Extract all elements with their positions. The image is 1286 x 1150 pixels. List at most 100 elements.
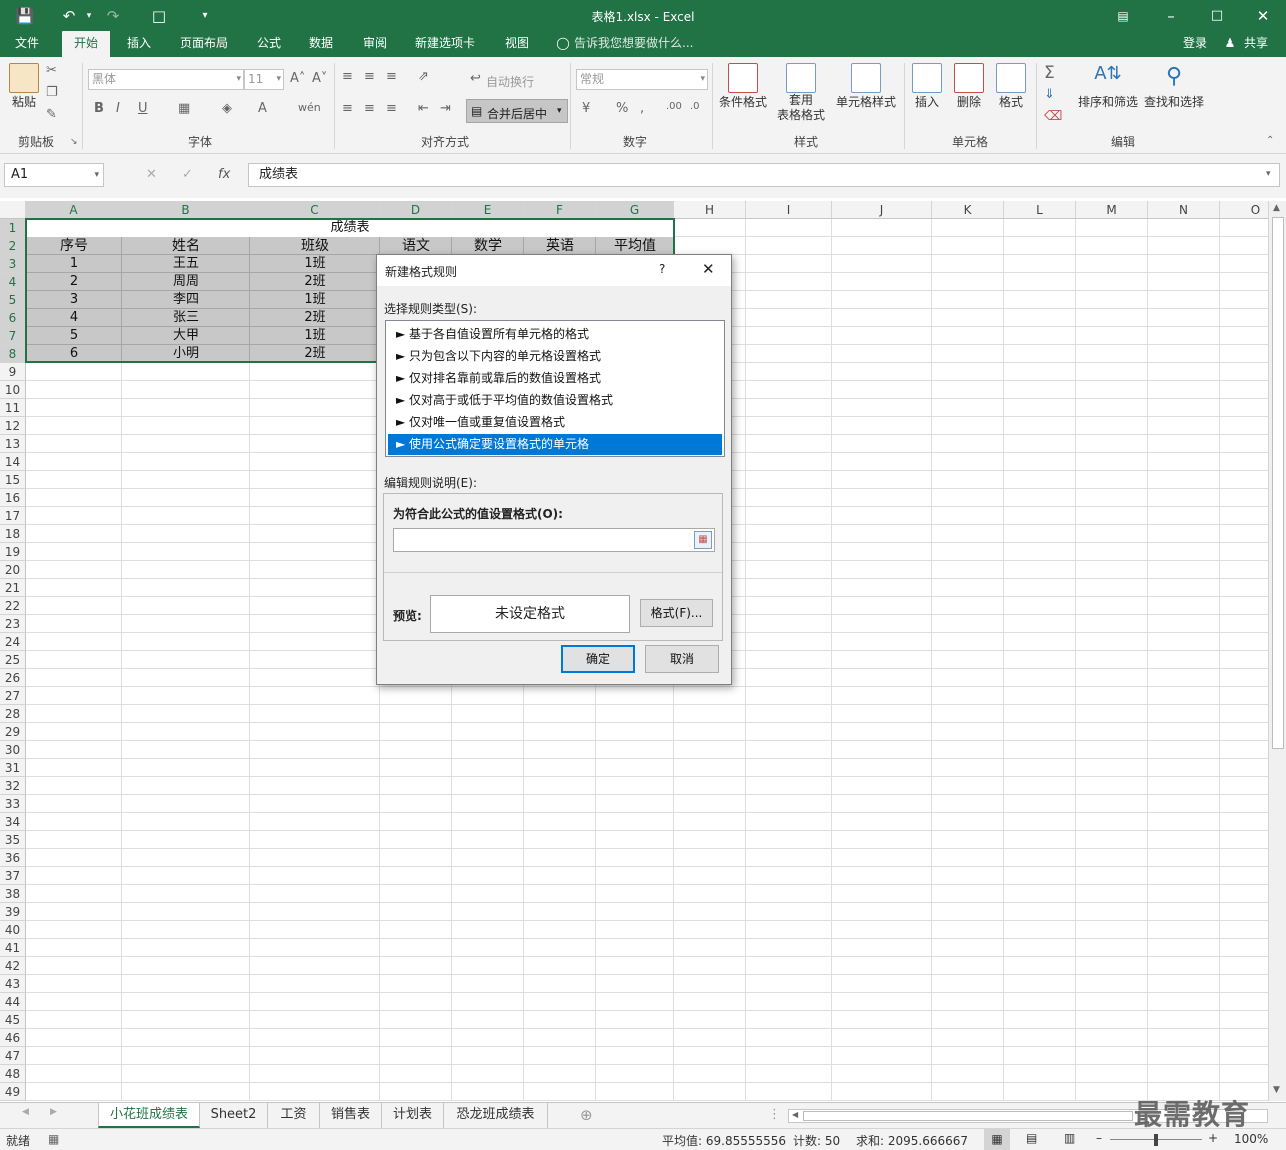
row-header[interactable]: 45 <box>0 1011 26 1029</box>
column-header[interactable]: G <box>596 201 674 219</box>
tab-formulas[interactable]: 公式 <box>248 31 290 57</box>
clear-icon[interactable]: ⌫ <box>1044 109 1062 124</box>
align-right-icon[interactable]: ≡ <box>386 101 397 116</box>
cancel-button[interactable]: 取消 <box>645 645 719 673</box>
row-header[interactable]: 32 <box>0 777 26 795</box>
font-color-icon[interactable]: A <box>258 101 267 116</box>
maximize-icon[interactable]: □ <box>1206 5 1228 27</box>
ok-button[interactable]: 确定 <box>561 645 635 673</box>
h-scroll-thumb[interactable] <box>803 1111 1133 1121</box>
row-header[interactable]: 22 <box>0 597 26 615</box>
vertical-scrollbar[interactable]: ▲ ▼ <box>1268 201 1286 1101</box>
zoom-out-icon[interactable]: – <box>1096 1131 1102 1145</box>
row-header[interactable]: 5 <box>0 291 26 309</box>
row-header[interactable]: 10 <box>0 381 26 399</box>
row-header[interactable]: 38 <box>0 885 26 903</box>
row-header[interactable]: 14 <box>0 453 26 471</box>
column-header[interactable]: E <box>452 201 524 219</box>
row-header[interactable]: 35 <box>0 831 26 849</box>
row-header[interactable]: 46 <box>0 1029 26 1047</box>
align-middle-icon[interactable]: ≡ <box>364 69 375 84</box>
column-header[interactable]: I <box>746 201 832 219</box>
sheet-tab-3[interactable]: 销售表 <box>320 1103 382 1128</box>
tab-file[interactable]: 文件 <box>6 31 48 57</box>
wrap-text-button[interactable]: 自动换行 <box>486 73 534 90</box>
paste-button[interactable]: 粘贴 <box>8 63 40 110</box>
tab-review[interactable]: 审阅 <box>354 31 396 57</box>
align-bottom-icon[interactable]: ≡ <box>386 69 397 84</box>
row-header[interactable]: 30 <box>0 741 26 759</box>
column-header[interactable]: H <box>674 201 746 219</box>
font-size-select[interactable]: 11 ▾ <box>244 69 284 90</box>
column-header[interactable]: F <box>524 201 596 219</box>
sheet-tab-1[interactable]: Sheet2 <box>200 1103 268 1128</box>
sheet-tab-2[interactable]: 工资 <box>268 1103 320 1128</box>
close-icon[interactable]: ✕ <box>702 260 715 278</box>
row-header[interactable]: 47 <box>0 1047 26 1065</box>
sort-filter-button[interactable]: A⇅ 排序和筛选 <box>1076 63 1140 110</box>
tab-insert[interactable]: 插入 <box>118 31 160 57</box>
rule-item-1[interactable]: ► 只为包含以下内容的单元格设置格式 <box>388 346 722 367</box>
row-header[interactable]: 2 <box>0 237 26 255</box>
row-header[interactable]: 48 <box>0 1065 26 1083</box>
row-header[interactable]: 42 <box>0 957 26 975</box>
rule-item-0[interactable]: ► 基于各自值设置所有单元格的格式 <box>388 324 722 345</box>
row-header[interactable]: 41 <box>0 939 26 957</box>
share-button[interactable]: 共享 <box>1240 31 1272 57</box>
row-header[interactable]: 27 <box>0 687 26 705</box>
rule-item-3[interactable]: ► 仅对高于或低于平均值的数值设置格式 <box>388 390 722 411</box>
column-header[interactable]: A <box>26 201 122 219</box>
bold-icon[interactable]: B <box>94 101 104 116</box>
row-header[interactable]: 16 <box>0 489 26 507</box>
row-header[interactable]: 6 <box>0 309 26 327</box>
column-header[interactable]: L <box>1004 201 1076 219</box>
cancel-entry-icon[interactable]: ✕ <box>146 167 157 182</box>
fill-color-icon[interactable]: ◈ <box>222 101 232 116</box>
row-header[interactable]: 4 <box>0 273 26 291</box>
row-header[interactable]: 19 <box>0 543 26 561</box>
sheet-tab-5[interactable]: 恐龙班成绩表 <box>444 1103 548 1128</box>
align-left-icon[interactable]: ≡ <box>342 101 353 116</box>
add-sheet-icon[interactable]: ⊕ <box>580 1106 593 1124</box>
row-header[interactable]: 17 <box>0 507 26 525</box>
row-header[interactable]: 49 <box>0 1083 26 1101</box>
ribbon-display-icon[interactable]: ▤ <box>1112 5 1134 27</box>
decrease-indent-icon[interactable]: ⇤ <box>418 101 429 116</box>
formula-input[interactable]: 成绩表 <box>248 163 1280 187</box>
row-header[interactable]: 20 <box>0 561 26 579</box>
row-header[interactable]: 3 <box>0 255 26 273</box>
minimize-icon[interactable]: – <box>1160 5 1182 27</box>
format-cells-button[interactable]: 格式 <box>994 63 1028 110</box>
prev-sheet-icon[interactable]: ◀ <box>22 1107 29 1117</box>
row-header[interactable]: 39 <box>0 903 26 921</box>
page-break-view-icon[interactable]: ▥ <box>1064 1131 1075 1145</box>
page-layout-view-icon[interactable]: ▤ <box>1026 1131 1037 1145</box>
normal-view-icon[interactable]: ▦ <box>984 1129 1010 1150</box>
tab-split-handle[interactable]: ⋮ <box>768 1107 781 1122</box>
row-header[interactable]: 24 <box>0 633 26 651</box>
cell-styles-button[interactable]: 单元格样式 <box>834 63 898 110</box>
column-header[interactable]: C <box>250 201 380 219</box>
autosum-icon[interactable]: Σ <box>1044 63 1055 83</box>
insert-function-icon[interactable]: fx <box>218 167 230 182</box>
tab-data[interactable]: 数据 <box>300 31 342 57</box>
row-header[interactable]: 37 <box>0 867 26 885</box>
tab-view[interactable]: 视图 <box>496 31 538 57</box>
increase-indent-icon[interactable]: ⇥ <box>440 101 451 116</box>
help-icon[interactable]: ? <box>659 262 665 276</box>
merge-center-button[interactable]: ▤ 合并后居中 ▾ <box>466 99 568 123</box>
row-header[interactable]: 43 <box>0 975 26 993</box>
italic-icon[interactable]: I <box>116 101 120 116</box>
column-header[interactable]: J <box>832 201 932 219</box>
name-box[interactable]: A1 ▾ <box>4 163 104 187</box>
row-header[interactable]: 1 <box>0 219 26 237</box>
tell-me-search[interactable]: 告诉我您想要做什么... <box>574 31 704 57</box>
increase-decimal-icon[interactable]: .00 <box>666 101 682 112</box>
align-center-icon[interactable]: ≡ <box>364 101 375 116</box>
tab-new[interactable]: 新建选项卡 <box>406 31 484 57</box>
row-header[interactable]: 8 <box>0 345 26 363</box>
zoom-in-icon[interactable]: + <box>1208 1131 1218 1145</box>
rule-item-2[interactable]: ► 仅对排名靠前或靠后的数值设置格式 <box>388 368 722 389</box>
phonetic-icon[interactable]: wén <box>298 101 321 114</box>
clipboard-launcher-icon[interactable]: ↘ <box>70 137 78 147</box>
